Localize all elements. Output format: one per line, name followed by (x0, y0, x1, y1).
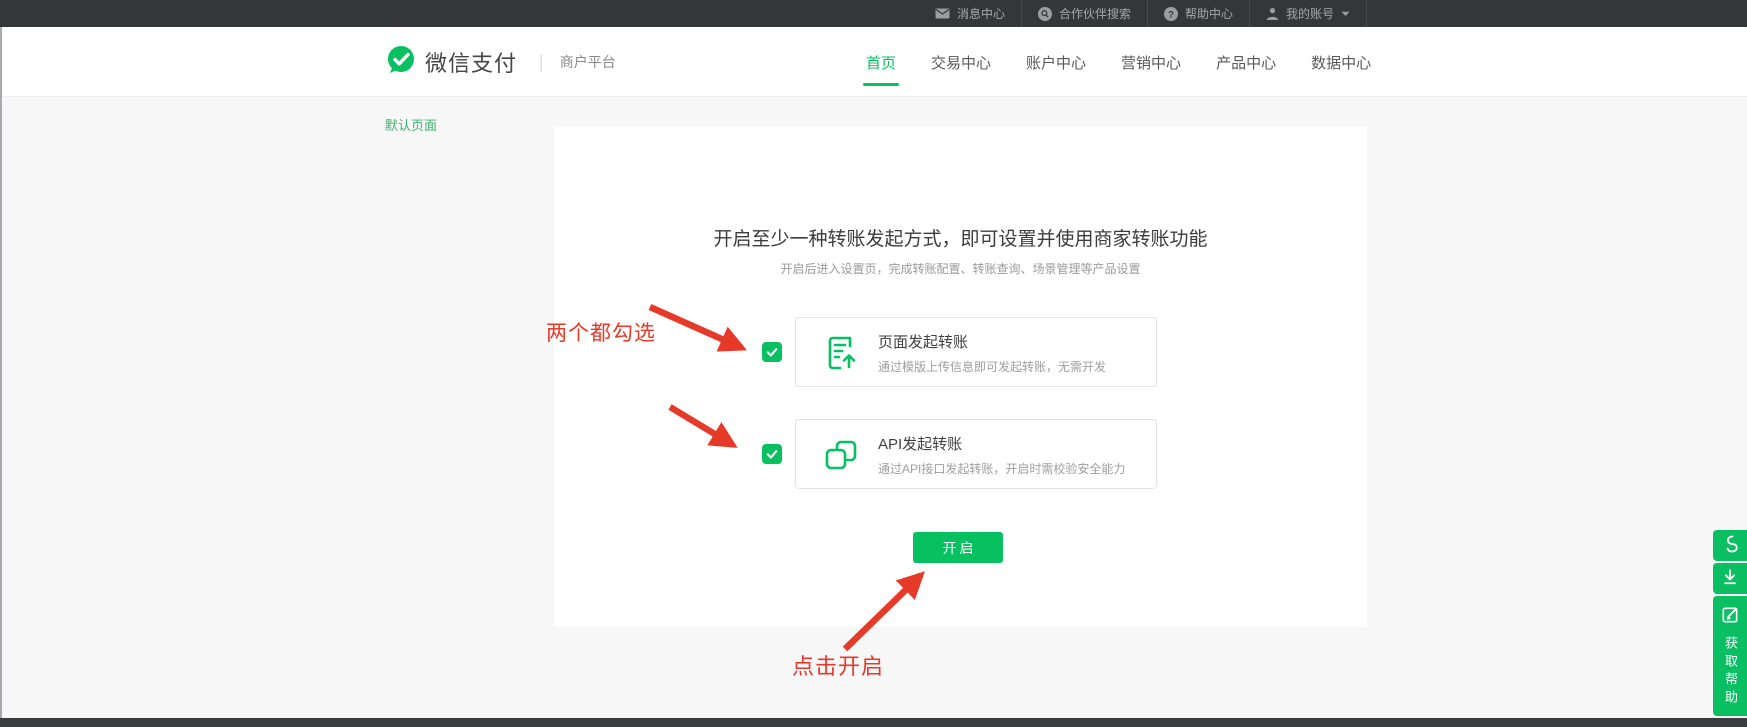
option-desc: 通过API接口发起转账，开启时需校验安全能力 (878, 460, 1125, 477)
brand-portal-label: 商户平台 (560, 52, 616, 72)
mail-icon (935, 8, 950, 19)
topbar-item-messages[interactable]: 消息中心 (919, 0, 1021, 27)
option-card-api-transfer[interactable]: API发起转账 通过API接口发起转账，开启时需校验安全能力 (795, 419, 1157, 489)
search-icon (1038, 7, 1052, 21)
annotation-click-open: 点击开启 (792, 649, 884, 681)
api-link-icon (821, 435, 861, 475)
page-subtitle: 开启后进入设置页，完成转账配置、转账查询、场景管理等产品设置 (554, 260, 1367, 277)
nav-tab-marketing-center[interactable]: 营销中心 (1121, 27, 1181, 97)
window-left-edge (0, 27, 2, 727)
option-title: API发起转账 (878, 433, 962, 454)
brand-home-link[interactable]: 微信支付 | 商户平台 (385, 27, 616, 97)
svg-text:?: ? (1168, 9, 1174, 20)
rail-get-help-button[interactable]: 获取帮助 (1713, 596, 1747, 716)
question-icon: ? (1164, 7, 1178, 21)
wechat-pay-logo-icon (385, 44, 417, 81)
main-nav: 首页 交易中心 账户中心 营销中心 产品中心 数据中心 (866, 27, 1371, 97)
sidebar-item-default-page[interactable]: 默认页面 (385, 115, 437, 134)
get-help-label: 获取帮助 (1723, 636, 1737, 708)
rail-download-button[interactable] (1713, 563, 1747, 594)
rail-link-button[interactable] (1713, 530, 1747, 561)
link-icon (1720, 533, 1740, 558)
topbar-item-label: 消息中心 (957, 5, 1005, 22)
header: 微信支付 | 商户平台 首页 交易中心 账户中心 营销中心 产品中心 数据中心 (0, 27, 1747, 97)
nav-tab-transaction-center[interactable]: 交易中心 (931, 27, 991, 97)
user-icon (1266, 7, 1279, 20)
topbar-item-label: 我的账号 (1286, 5, 1334, 22)
topbar-item-my-account[interactable]: 我的账号 (1250, 0, 1366, 27)
option-title: 页面发起转账 (878, 331, 968, 352)
topbar-separator (1366, 0, 1367, 27)
nav-tab-data-center[interactable]: 数据中心 (1311, 27, 1371, 97)
brand-name: 微信支付 (425, 46, 517, 78)
floating-rail: 获取帮助 (1713, 530, 1747, 716)
wechat-pay-merchant-page: 消息中心 合作伙伴搜索 ? 帮助中心 我的账号 (0, 0, 1747, 727)
option-card-page-transfer[interactable]: 页面发起转账 通过模版上传信息即可发起转账，无需开发 (795, 317, 1157, 387)
topbar-item-partner-search[interactable]: 合作伙伴搜索 (1022, 0, 1147, 27)
nav-tab-account-center[interactable]: 账户中心 (1026, 27, 1086, 97)
nav-tab-home[interactable]: 首页 (866, 27, 896, 97)
open-button[interactable]: 开启 (913, 532, 1003, 563)
edit-icon (1720, 605, 1740, 628)
page-upload-icon (821, 333, 861, 373)
checkbox-api-transfer[interactable] (762, 444, 782, 464)
topbar-item-label: 合作伙伴搜索 (1059, 5, 1131, 22)
bottom-window-bar (0, 718, 1747, 727)
topbar-item-label: 帮助中心 (1185, 5, 1233, 22)
checkbox-page-transfer[interactable] (762, 342, 782, 362)
download-icon (1720, 566, 1740, 591)
page-title: 开启至少一种转账发起方式，即可设置并使用商家转账功能 (554, 224, 1367, 251)
brand-divider: | (539, 52, 544, 73)
nav-tab-product-center[interactable]: 产品中心 (1216, 27, 1276, 97)
content-card: 开启至少一种转账发起方式，即可设置并使用商家转账功能 开启后进入设置页，完成转账… (554, 127, 1367, 627)
option-desc: 通过模版上传信息即可发起转账，无需开发 (878, 358, 1106, 375)
topbar: 消息中心 合作伙伴搜索 ? 帮助中心 我的账号 (0, 0, 1747, 27)
chevron-down-icon (1341, 11, 1350, 17)
topbar-item-help-center[interactable]: ? 帮助中心 (1148, 0, 1249, 27)
